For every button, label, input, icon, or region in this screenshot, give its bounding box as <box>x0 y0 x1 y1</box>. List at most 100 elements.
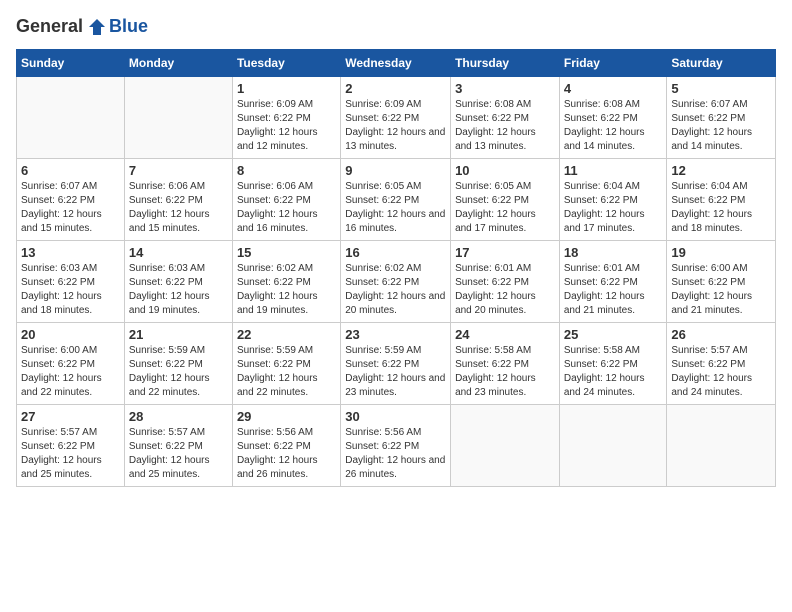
day-number: 25 <box>564 327 663 342</box>
calendar-cell: 22 Sunrise: 5:59 AM Sunset: 6:22 PM Dayli… <box>232 323 340 405</box>
day-number: 23 <box>345 327 446 342</box>
calendar-cell <box>667 405 776 487</box>
day-info: Sunrise: 5:57 AM Sunset: 6:22 PM Dayligh… <box>129 426 228 482</box>
day-info: Sunrise: 6:00 AM Sunset: 6:22 PM Dayligh… <box>21 344 120 400</box>
day-info: Sunrise: 6:09 AM Sunset: 6:22 PM Dayligh… <box>237 98 336 154</box>
day-number: 6 <box>21 163 120 178</box>
logo-text-blue: Blue <box>109 16 148 37</box>
day-info: Sunrise: 6:09 AM Sunset: 6:22 PM Dayligh… <box>345 98 446 154</box>
day-number: 19 <box>671 245 771 260</box>
calendar-cell: 26Sunrise: 5:57 AM Sunset: 6:22 PM Dayli… <box>667 323 776 405</box>
day-info: Sunrise: 5:58 AM Sunset: 6:22 PM Dayligh… <box>455 344 555 400</box>
day-number: 22 <box>237 327 336 342</box>
week-row-3: 13 Sunrise: 6:03 AM Sunset: 6:22 PM Dayli… <box>17 241 776 323</box>
calendar-cell: 24 Sunrise: 5:58 AM Sunset: 6:22 PM Dayli… <box>451 323 560 405</box>
day-number: 10 <box>455 163 555 178</box>
day-number: 27 <box>21 409 120 424</box>
day-number: 4 <box>564 81 663 96</box>
calendar-cell: 11Sunrise: 6:04 AM Sunset: 6:22 PM Dayli… <box>559 159 667 241</box>
day-of-week-tuesday: Tuesday <box>232 50 340 77</box>
calendar-cell: 2 Sunrise: 6:09 AM Sunset: 6:22 PM Daylig… <box>341 77 451 159</box>
day-number: 21 <box>129 327 228 342</box>
calendar-cell: 25 Sunrise: 5:58 AM Sunset: 6:22 PM Dayli… <box>559 323 667 405</box>
calendar-cell: 12Sunrise: 6:04 AM Sunset: 6:22 PM Dayli… <box>667 159 776 241</box>
days-of-week-row: SundayMondayTuesdayWednesdayThursdayFrid… <box>17 50 776 77</box>
calendar-cell: 27 Sunrise: 5:57 AM Sunset: 6:22 PM Dayli… <box>17 405 125 487</box>
day-number: 7 <box>129 163 228 178</box>
day-info: Sunrise: 6:08 AM Sunset: 6:22 PM Dayligh… <box>564 98 663 154</box>
day-info: Sunrise: 6:03 AM Sunset: 6:22 PM Dayligh… <box>21 262 120 318</box>
week-row-5: 27 Sunrise: 5:57 AM Sunset: 6:22 PM Dayli… <box>17 405 776 487</box>
day-info: Sunrise: 6:01 AM Sunset: 6:22 PM Dayligh… <box>564 262 663 318</box>
day-number: 8 <box>237 163 336 178</box>
day-number: 17 <box>455 245 555 260</box>
day-info: Sunrise: 5:56 AM Sunset: 6:22 PM Dayligh… <box>237 426 336 482</box>
day-number: 18 <box>564 245 663 260</box>
day-number: 12 <box>671 163 771 178</box>
day-of-week-sunday: Sunday <box>17 50 125 77</box>
calendar-cell <box>559 405 667 487</box>
calendar-cell: 5 Sunrise: 6:07 AM Sunset: 6:22 PM Daylig… <box>667 77 776 159</box>
day-info: Sunrise: 6:03 AM Sunset: 6:22 PM Dayligh… <box>129 262 228 318</box>
calendar-cell: 19Sunrise: 6:00 AM Sunset: 6:22 PM Dayli… <box>667 241 776 323</box>
day-info: Sunrise: 6:06 AM Sunset: 6:22 PM Dayligh… <box>129 180 228 236</box>
day-info: Sunrise: 6:07 AM Sunset: 6:22 PM Dayligh… <box>21 180 120 236</box>
week-row-2: 6 Sunrise: 6:07 AM Sunset: 6:22 PM Daylig… <box>17 159 776 241</box>
calendar-cell: 16 Sunrise: 6:02 AM Sunset: 6:22 PM Dayli… <box>341 241 451 323</box>
day-info: Sunrise: 6:02 AM Sunset: 6:22 PM Dayligh… <box>237 262 336 318</box>
calendar-cell <box>124 77 232 159</box>
logo-icon <box>87 17 107 37</box>
day-info: Sunrise: 6:07 AM Sunset: 6:22 PM Dayligh… <box>671 98 771 154</box>
day-info: Sunrise: 6:01 AM Sunset: 6:22 PM Dayligh… <box>455 262 555 318</box>
day-number: 1 <box>237 81 336 96</box>
day-of-week-friday: Friday <box>559 50 667 77</box>
logo-text-general: General <box>16 16 83 37</box>
page-header: General Blue <box>16 16 776 37</box>
calendar-cell: 23 Sunrise: 5:59 AM Sunset: 6:22 PM Dayli… <box>341 323 451 405</box>
day-info: Sunrise: 5:59 AM Sunset: 6:22 PM Dayligh… <box>237 344 336 400</box>
day-number: 13 <box>21 245 120 260</box>
day-number: 28 <box>129 409 228 424</box>
calendar-cell: 4 Sunrise: 6:08 AM Sunset: 6:22 PM Daylig… <box>559 77 667 159</box>
day-number: 2 <box>345 81 446 96</box>
day-number: 26 <box>671 327 771 342</box>
calendar-cell <box>451 405 560 487</box>
day-number: 3 <box>455 81 555 96</box>
day-number: 24 <box>455 327 555 342</box>
day-info: Sunrise: 6:06 AM Sunset: 6:22 PM Dayligh… <box>237 180 336 236</box>
day-info: Sunrise: 5:57 AM Sunset: 6:22 PM Dayligh… <box>21 426 120 482</box>
day-number: 15 <box>237 245 336 260</box>
day-info: Sunrise: 6:02 AM Sunset: 6:22 PM Dayligh… <box>345 262 446 318</box>
day-number: 16 <box>345 245 446 260</box>
calendar-cell: 6 Sunrise: 6:07 AM Sunset: 6:22 PM Daylig… <box>17 159 125 241</box>
calendar-cell: 21Sunrise: 5:59 AM Sunset: 6:22 PM Dayli… <box>124 323 232 405</box>
day-of-week-wednesday: Wednesday <box>341 50 451 77</box>
calendar-cell: 3 Sunrise: 6:08 AM Sunset: 6:22 PM Daylig… <box>451 77 560 159</box>
day-info: Sunrise: 5:56 AM Sunset: 6:22 PM Dayligh… <box>345 426 446 482</box>
day-info: Sunrise: 5:59 AM Sunset: 6:22 PM Dayligh… <box>345 344 446 400</box>
calendar-cell: 17 Sunrise: 6:01 AM Sunset: 6:22 PM Dayli… <box>451 241 560 323</box>
day-info: Sunrise: 6:08 AM Sunset: 6:22 PM Dayligh… <box>455 98 555 154</box>
day-number: 20 <box>21 327 120 342</box>
day-number: 30 <box>345 409 446 424</box>
calendar-cell: 20 Sunrise: 6:00 AM Sunset: 6:22 PM Dayli… <box>17 323 125 405</box>
calendar-cell: 14Sunrise: 6:03 AM Sunset: 6:22 PM Dayli… <box>124 241 232 323</box>
calendar-cell: 10 Sunrise: 6:05 AM Sunset: 6:22 PM Dayli… <box>451 159 560 241</box>
day-info: Sunrise: 6:05 AM Sunset: 6:22 PM Dayligh… <box>345 180 446 236</box>
day-number: 29 <box>237 409 336 424</box>
calendar-cell: 29 Sunrise: 5:56 AM Sunset: 6:22 PM Dayli… <box>232 405 340 487</box>
calendar-cell: 1 Sunrise: 6:09 AM Sunset: 6:22 PM Daylig… <box>232 77 340 159</box>
calendar-cell: 8 Sunrise: 6:06 AM Sunset: 6:22 PM Daylig… <box>232 159 340 241</box>
calendar-cell: 18 Sunrise: 6:01 AM Sunset: 6:22 PM Dayli… <box>559 241 667 323</box>
day-of-week-monday: Monday <box>124 50 232 77</box>
day-number: 5 <box>671 81 771 96</box>
day-info: Sunrise: 5:58 AM Sunset: 6:22 PM Dayligh… <box>564 344 663 400</box>
day-number: 9 <box>345 163 446 178</box>
calendar-cell: 15 Sunrise: 6:02 AM Sunset: 6:22 PM Dayli… <box>232 241 340 323</box>
calendar-cell: 30 Sunrise: 5:56 AM Sunset: 6:22 PM Dayli… <box>341 405 451 487</box>
calendar-cell: 28 Sunrise: 5:57 AM Sunset: 6:22 PM Dayli… <box>124 405 232 487</box>
calendar-cell <box>17 77 125 159</box>
day-info: Sunrise: 6:04 AM Sunset: 6:22 PM Dayligh… <box>564 180 663 236</box>
day-info: Sunrise: 6:05 AM Sunset: 6:22 PM Dayligh… <box>455 180 555 236</box>
week-row-4: 20 Sunrise: 6:00 AM Sunset: 6:22 PM Dayli… <box>17 323 776 405</box>
